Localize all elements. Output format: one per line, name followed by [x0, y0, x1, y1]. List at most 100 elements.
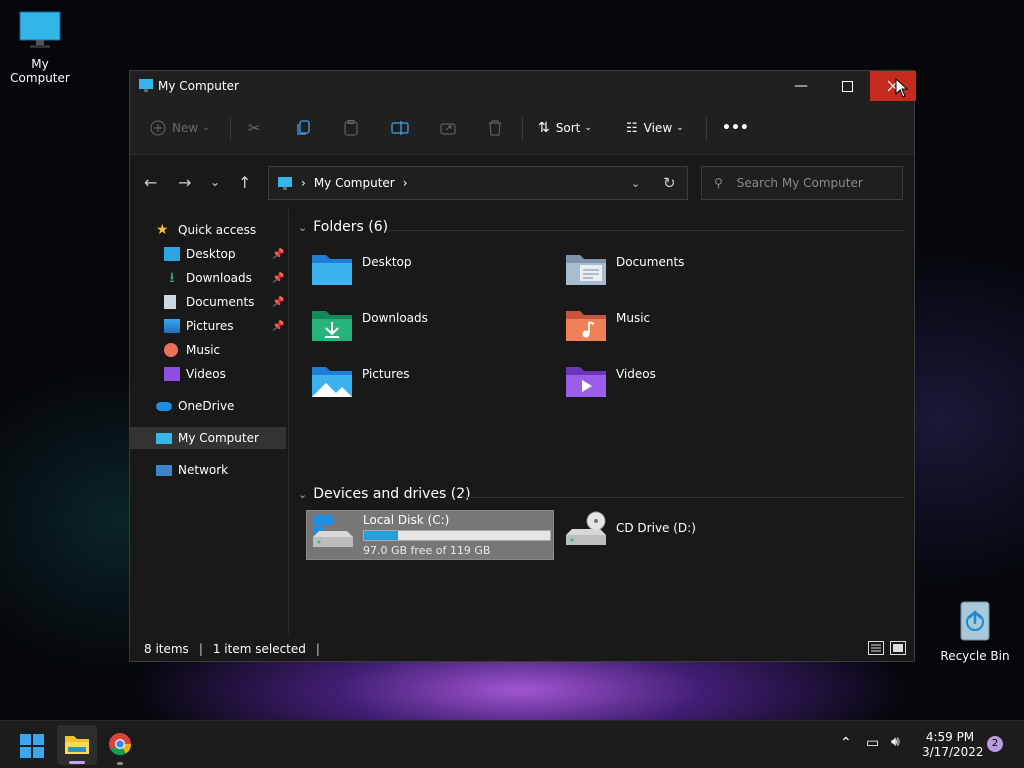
minimize-button[interactable]: — — [778, 71, 824, 101]
network-status-icon[interactable]: ▭ — [866, 735, 879, 751]
group-divider — [388, 230, 904, 231]
pictures-icon — [164, 319, 180, 333]
sidebar-item-label: Videos — [186, 367, 226, 381]
folder-label: Music — [616, 311, 651, 325]
new-button[interactable]: New ⌄ — [150, 101, 210, 155]
tiles-view-icon — [890, 641, 906, 655]
search-icon: ⚲ — [714, 176, 723, 190]
up-button[interactable]: ↑ — [238, 173, 251, 192]
delete-button[interactable] — [488, 101, 502, 155]
more-options-button[interactable]: ••• — [722, 101, 749, 155]
new-label: New — [172, 121, 199, 135]
forward-button[interactable]: → — [178, 173, 191, 192]
chevron-down-icon: ⌄ — [676, 123, 684, 133]
folder-pictures[interactable]: Pictures — [310, 363, 410, 399]
star-icon: ★ — [156, 222, 169, 238]
paste-button[interactable] — [344, 101, 358, 155]
sidebar-item-label: Music — [186, 343, 221, 357]
more-icon: ••• — [722, 120, 749, 136]
desktop-icon-recycle-bin[interactable]: Recycle Bin — [935, 598, 1015, 663]
share-button[interactable] — [440, 101, 456, 155]
tiles-view-button[interactable] — [890, 641, 906, 658]
start-button[interactable] — [20, 734, 44, 761]
notification-badge[interactable]: 2 — [987, 736, 1003, 752]
folders-header-label: Folders (6) — [313, 219, 389, 235]
sidebar-item-label: Network — [178, 463, 229, 477]
taskbar-file-explorer[interactable] — [57, 725, 97, 765]
taskbar-chrome[interactable] — [108, 732, 132, 765]
search-box[interactable]: ⚲ Search My Computer — [701, 166, 903, 200]
pin-icon: 📌 — [272, 272, 285, 284]
windows-logo-icon — [20, 734, 44, 758]
video-icon — [164, 367, 180, 381]
clock[interactable]: 4:59 PM 3/17/2022 — [922, 730, 984, 760]
sidebar-item-videos[interactable]: Videos — [130, 363, 286, 385]
breadcrumb-my-computer[interactable]: My Computer — [314, 176, 395, 190]
desktop-icon-label: My Computer — [10, 57, 70, 85]
plus-circle-icon — [150, 120, 166, 136]
title-bar[interactable]: My Computer — — [130, 71, 916, 101]
view-button[interactable]: ☷ View ⌄ — [626, 101, 684, 155]
folder-documents[interactable]: Documents — [564, 251, 684, 287]
folder-desktop[interactable]: Desktop — [310, 251, 412, 287]
sidebar-item-onedrive[interactable]: OneDrive — [130, 395, 286, 417]
view-list-icon: ☷ — [626, 120, 638, 136]
pane-divider[interactable] — [288, 209, 289, 634]
drive-free-space: 97.0 GB free of 119 GB — [363, 544, 491, 557]
copy-button[interactable] — [297, 101, 311, 155]
folders-group-header[interactable]: ⌄ Folders (6) — [298, 219, 388, 235]
volume-icon[interactable]: 🔊︎ — [891, 734, 900, 750]
sidebar-item-my-computer[interactable]: My Computer — [130, 427, 286, 449]
sort-button[interactable]: ⇅ Sort ⌄ — [538, 101, 592, 155]
sidebar-item-label: Quick access — [178, 223, 257, 237]
drive-local-disk-c[interactable]: Local Disk (C:) 97.0 GB free of 119 GB — [306, 510, 554, 560]
toolbar-divider — [522, 117, 523, 141]
details-view-button[interactable] — [868, 641, 884, 658]
drive-cd-d[interactable]: CD Drive (D:) — [564, 511, 696, 547]
recent-locations-button[interactable]: ⌄ — [210, 175, 220, 189]
folder-music[interactable]: Music — [564, 307, 650, 343]
pin-icon: 📌 — [272, 248, 285, 260]
sidebar-item-documents[interactable]: Documents 📌 — [130, 291, 286, 313]
chrome-icon — [109, 733, 132, 756]
devices-group-header[interactable]: ⌄ Devices and drives (2) — [298, 486, 471, 502]
chevron-down-icon: ⌄ — [298, 220, 308, 234]
copy-icon — [297, 120, 310, 135]
downloads-folder-icon — [312, 311, 352, 341]
sidebar-item-network[interactable]: Network — [130, 459, 286, 481]
address-dropdown-icon[interactable]: ⌄ — [631, 177, 640, 190]
explorer-window: My Computer — New ⌄ ✂ ⇅ Sort ⌄ ☷ View ⌄ … — [129, 70, 916, 662]
close-button[interactable] — [870, 71, 916, 101]
sidebar-item-pictures[interactable]: Pictures 📌 — [130, 315, 286, 337]
recycle-bin-icon — [960, 601, 990, 641]
chevron-down-icon: ⌄ — [584, 123, 592, 133]
document-icon — [164, 295, 176, 309]
show-hidden-icons-button[interactable]: ⌃ — [840, 735, 852, 751]
back-button[interactable]: ← — [144, 173, 157, 192]
drive-name: CD Drive (D:) — [616, 521, 696, 535]
sidebar-item-music[interactable]: Music — [130, 339, 286, 361]
pin-icon: 📌 — [272, 320, 285, 332]
cut-button[interactable]: ✂ — [248, 101, 261, 155]
folder-downloads[interactable]: Downloads — [310, 307, 428, 343]
sidebar-item-desktop[interactable]: Desktop 📌 — [130, 243, 286, 265]
rename-button[interactable] — [391, 101, 409, 155]
breadcrumb-chevron-icon: › — [301, 176, 306, 190]
folder-videos[interactable]: Videos — [564, 363, 656, 399]
breadcrumb-chevron-icon[interactable]: › — [403, 176, 408, 190]
sidebar-item-downloads[interactable]: ⭳ Downloads 📌 — [130, 267, 286, 289]
maximize-button[interactable] — [824, 71, 870, 101]
active-app-indicator — [69, 761, 85, 764]
clock-time: 4:59 PM — [925, 730, 975, 744]
taskbar: ⌃ ▭ 🔊︎ 4:59 PM 3/17/2022 — [0, 720, 1024, 768]
address-bar[interactable]: › My Computer › ⌄ ↻ — [268, 166, 688, 200]
view-label: View — [643, 121, 673, 135]
sidebar-item-quick-access[interactable]: ★ Quick access — [130, 219, 286, 241]
folder-label: Downloads — [362, 311, 428, 325]
navigation-bar: ← → ⌄ ↑ › My Computer › ⌄ ↻ ⚲ Search My … — [130, 155, 914, 209]
music-folder-icon — [566, 311, 606, 341]
desktop-icon-my-computer[interactable]: My Computer — [0, 10, 80, 85]
music-note-icon — [164, 343, 178, 357]
hard-drive-icon — [313, 515, 353, 547]
refresh-icon[interactable]: ↻ — [663, 174, 676, 192]
